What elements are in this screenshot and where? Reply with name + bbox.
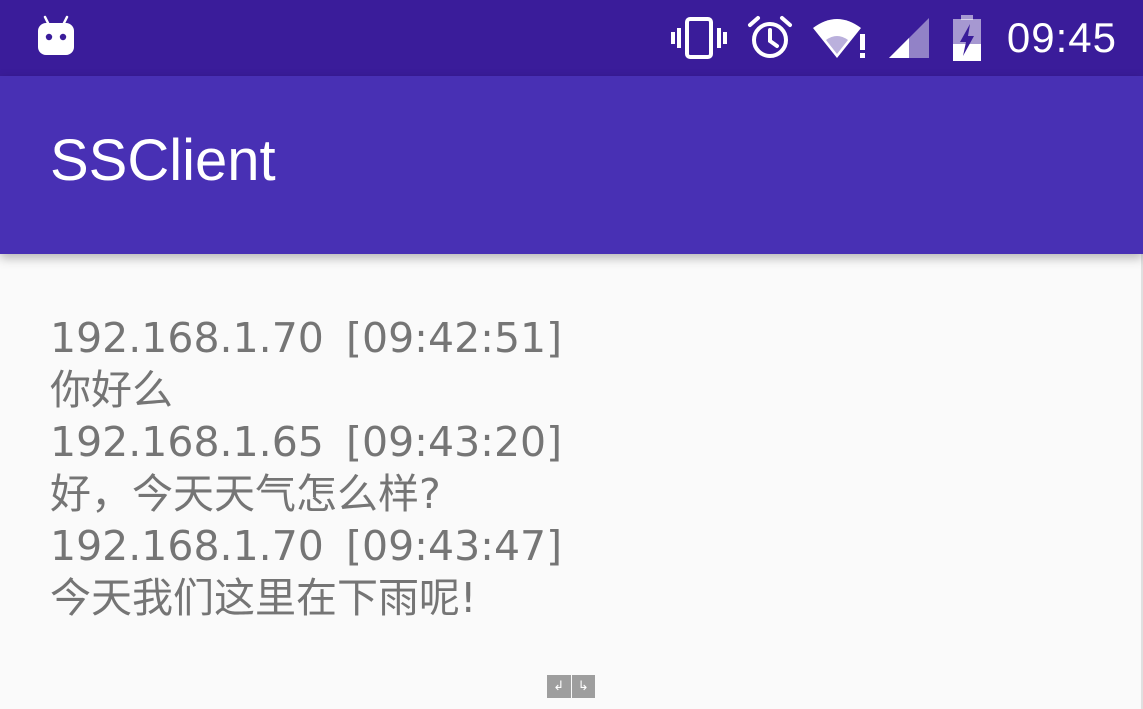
sender-ip: 192.168.1.65 [50,418,324,466]
battery-charging-icon [952,15,981,61]
message-header: 192.168.1.70 [09:43:47] [50,520,1110,572]
message-header: 192.168.1.70 [09:42:51] [50,312,1110,364]
status-bar: 09:45 [0,0,1143,76]
handle-right-icon[interactable]: ↳ [571,675,595,698]
android-notification-icon [38,15,74,55]
cell-signal-icon [888,18,929,58]
status-clock: 09:45 [1006,14,1117,61]
message-text: 好，今天天气怎么样? [50,470,441,518]
sender-ip: 192.168.1.70 [50,314,324,362]
alarm-icon [747,16,792,58]
app-screen: 09:45 SSClient 192.168.1.70 [09:42:51] 你好… [0,0,1143,709]
message-text: 今天我们这里在下雨呢! [50,574,477,622]
message-header: 192.168.1.65 [09:43:20] [50,416,1110,468]
vibrate-icon [670,17,727,59]
message-timestamp: [09:43:20] [346,418,563,466]
status-icons: 09:45 [670,0,1117,76]
message-timestamp: [09:43:47] [346,522,563,570]
wifi-icon [812,19,865,58]
sender-ip: 192.168.1.70 [50,522,324,570]
message-log: 192.168.1.70 [09:42:51] 你好么 192.168.1.65 [… [50,312,1110,624]
app-bar: SSClient [0,76,1143,254]
handle-left-icon[interactable]: ↲ [547,675,571,698]
app-title: SSClient [50,128,276,193]
message-text: 你好么 [50,366,173,414]
message-timestamp: [09:42:51] [346,314,563,362]
drag-handle[interactable]: ↲ ↳ [547,675,595,698]
